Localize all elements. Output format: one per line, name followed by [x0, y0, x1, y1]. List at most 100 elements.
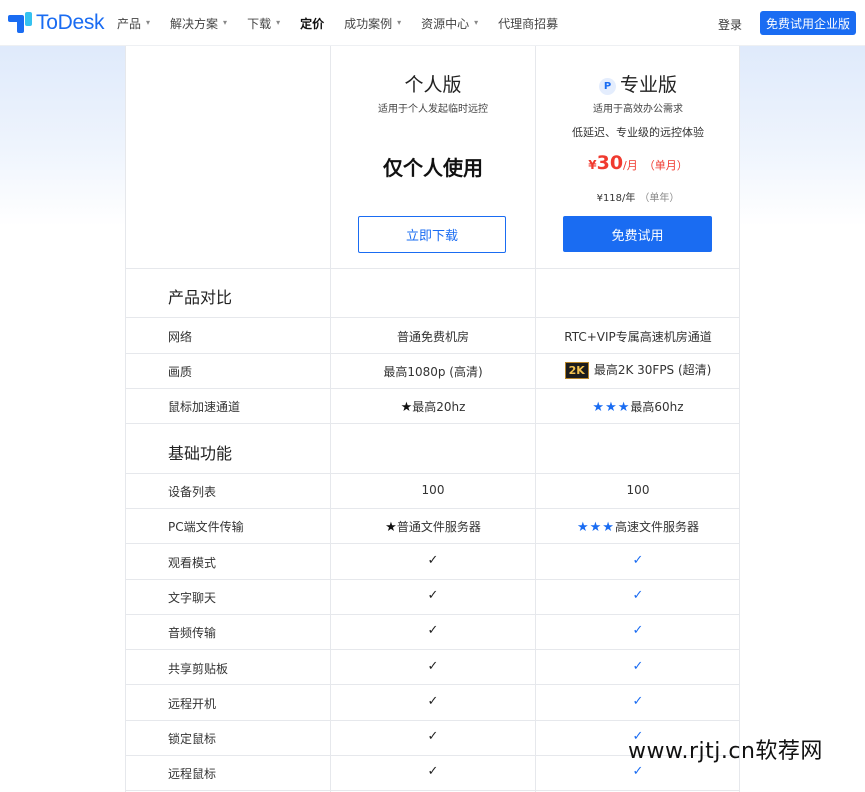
cell-mouse-personal-text: 最高20hz [412, 400, 466, 414]
row-label-remote-mouse: 远程鼠标 [168, 767, 217, 781]
check-icon: ✓ [427, 623, 439, 638]
year-price: ¥118/年 [596, 193, 636, 204]
check-icon: ✓ [427, 729, 439, 744]
cell-devices-pro: 100 [626, 483, 650, 497]
row-divider [126, 353, 739, 354]
row-label-audio: 音频传输 [168, 626, 217, 640]
nav-item-pricing[interactable]: 定价 [300, 15, 324, 32]
nav-label: 成功案例 [344, 16, 393, 31]
row-divider [126, 508, 739, 509]
row-label-mouse-channel: 鼠标加速通道 [168, 400, 241, 414]
section-title-compare: 产品对比 [168, 288, 233, 307]
nav-label: 定价 [300, 16, 325, 31]
star-icon: ★ [400, 400, 413, 415]
nav-item-cases[interactable]: 成功案例 ▾ [344, 15, 401, 32]
nav-label: 产品 [117, 16, 142, 31]
row-divider [126, 790, 739, 791]
row-divider [126, 720, 739, 721]
row-label-text-chat: 文字聊天 [168, 591, 217, 605]
row-label-clipboard: 共享剪贴板 [168, 662, 229, 676]
todesk-logo-icon [8, 12, 32, 34]
row-divider [126, 388, 739, 389]
check-icon: ✓ [427, 764, 439, 779]
row-divider [126, 614, 739, 615]
plan-subtitle-pro: 适用于高效办公需求 [593, 104, 683, 115]
background-band-left [0, 46, 125, 226]
cell-mouse-personal: ★最高20hz [331, 398, 535, 415]
plan-title-pro-text: 专业版 [619, 74, 677, 96]
cell-devices-personal: 100 [421, 483, 445, 497]
check-icon: ✓ [632, 588, 644, 603]
pro-badge-icon: P [598, 78, 616, 95]
price-unit: /月 [623, 159, 638, 172]
nav-label: 代理商招募 [498, 16, 559, 31]
row-label-file-transfer: PC端文件传输 [168, 520, 244, 534]
cell-quality-personal: 最高1080p (高清) [383, 365, 483, 379]
check-icon: ✓ [632, 623, 644, 638]
cell-file-personal-text: 普通文件服务器 [396, 520, 481, 534]
check-icon: ✓ [632, 553, 644, 568]
star-icon: ★★★ [592, 400, 631, 415]
chevron-down-icon: ▾ [223, 17, 228, 27]
row-label-wake: 远程开机 [168, 697, 217, 711]
2k-badge-icon: 2K [564, 362, 589, 379]
nav-item-agents[interactable]: 代理商招募 [498, 15, 558, 32]
check-icon: ✓ [632, 659, 644, 674]
row-label-lock-mouse: 锁定鼠标 [168, 732, 217, 746]
row-divider [126, 423, 739, 424]
row-divider [126, 317, 739, 318]
cell-file-personal: ★普通文件服务器 [331, 518, 535, 535]
nav-label: 资源中心 [421, 16, 470, 31]
cell-file-pro-text: 高速文件服务器 [614, 520, 699, 534]
todesk-logo[interactable]: ToDesk [8, 11, 105, 35]
plan-description-pro: 低延迟、专业级的远控体验 [572, 126, 704, 139]
row-divider [126, 684, 739, 685]
row-divider [126, 649, 739, 650]
plan-headline-personal: 仅个人使用 [383, 156, 483, 180]
row-label-network: 网络 [168, 330, 193, 344]
check-icon: ✓ [632, 694, 644, 709]
download-button[interactable]: 立即下载 [358, 216, 506, 253]
nav-item-products[interactable]: 产品 ▾ [117, 15, 150, 32]
free-trial-button[interactable]: 免费试用 [563, 216, 712, 252]
star-icon: ★ [385, 520, 397, 535]
year-note: （单年） [639, 193, 680, 204]
check-icon: ✓ [427, 694, 439, 709]
enterprise-trial-button[interactable]: 免费试用企业版 [760, 11, 856, 35]
nav-item-resources[interactable]: 资源中心 ▾ [421, 15, 478, 32]
logo-text: ToDesk [36, 11, 105, 34]
row-label-quality: 画质 [168, 365, 193, 379]
price-value: 30 [596, 152, 624, 174]
cell-mouse-pro-text: 最高60hz [630, 400, 684, 414]
cell-quality-pro: 2K 最高2K 30FPS (超清) [536, 361, 740, 379]
row-divider [126, 473, 739, 474]
cell-mouse-pro: ★★★最高60hz [536, 398, 740, 415]
pro-monthly-price: ¥30/月 （单月） [536, 152, 740, 174]
price-note: （单月） [643, 159, 688, 172]
chevron-down-icon: ▾ [276, 17, 281, 27]
row-label-view-mode: 观看模式 [168, 556, 217, 570]
chevron-down-icon: ▾ [146, 17, 151, 27]
plan-title-pro: P 专业版 [536, 70, 740, 97]
watermark-text: www.rjtj.cn软荐网 [628, 739, 823, 764]
chevron-down-icon: ▾ [474, 17, 479, 27]
check-icon: ✓ [427, 553, 439, 568]
star-icon: ★★★ [577, 520, 615, 535]
check-icon: ✓ [427, 588, 439, 603]
plan-title-personal: 个人版 [404, 74, 462, 96]
row-divider [126, 543, 739, 544]
cell-network-pro: RTC+VIP专属高速机房通道 [564, 330, 712, 344]
cell-file-pro: ★★★高速文件服务器 [536, 518, 740, 535]
login-link[interactable]: 登录 [718, 16, 742, 33]
chevron-down-icon: ▾ [397, 17, 402, 27]
nav-label: 下载 [247, 16, 272, 31]
section-title-basic: 基础功能 [168, 444, 233, 463]
nav-item-solutions[interactable]: 解决方案 ▾ [170, 15, 227, 32]
pro-yearly-price: ¥118/年 （单年） [536, 189, 740, 204]
nav-label: 解决方案 [170, 16, 219, 31]
background-band-right [740, 46, 865, 226]
price-currency: ¥ [588, 158, 597, 172]
check-icon: ✓ [632, 764, 644, 779]
nav-item-download[interactable]: 下载 ▾ [247, 15, 280, 32]
row-divider [126, 268, 739, 269]
